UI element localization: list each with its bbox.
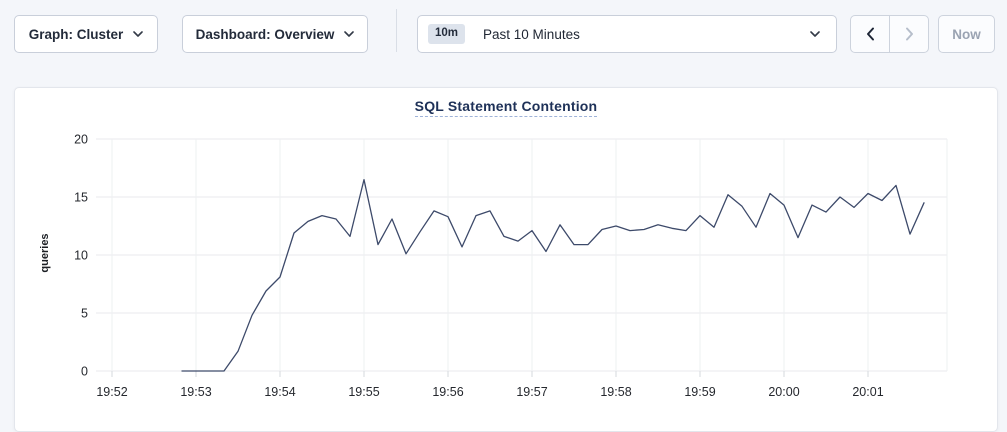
next-time-button[interactable] <box>890 16 928 52</box>
time-range-badge: 10m <box>428 24 465 44</box>
chevron-down-icon <box>810 31 820 37</box>
graph-dropdown[interactable]: Graph: Cluster <box>14 15 158 53</box>
prev-time-button[interactable] <box>851 16 890 52</box>
chevron-down-icon <box>344 31 354 37</box>
toolbar-divider <box>396 9 397 52</box>
chevron-down-icon <box>133 31 143 37</box>
now-button[interactable]: Now <box>938 15 995 53</box>
chart-title-wrap: SQL Statement Contention <box>15 98 997 117</box>
chevron-left-icon <box>866 27 875 41</box>
time-range-label: Past 10 Minutes <box>483 27 800 42</box>
graph-dropdown-label: Graph: Cluster <box>29 27 124 42</box>
now-button-label: Now <box>952 27 981 42</box>
dashboard-dropdown[interactable]: Dashboard: Overview <box>182 15 368 53</box>
time-range-dropdown[interactable]: 10m Past 10 Minutes <box>417 15 837 53</box>
chevron-right-icon <box>905 27 914 41</box>
chart-card: SQL Statement Contention <box>14 87 998 432</box>
chart-title[interactable]: SQL Statement Contention <box>415 98 598 117</box>
time-step-control <box>850 15 929 53</box>
dashboard-dropdown-label: Dashboard: Overview <box>196 27 335 42</box>
